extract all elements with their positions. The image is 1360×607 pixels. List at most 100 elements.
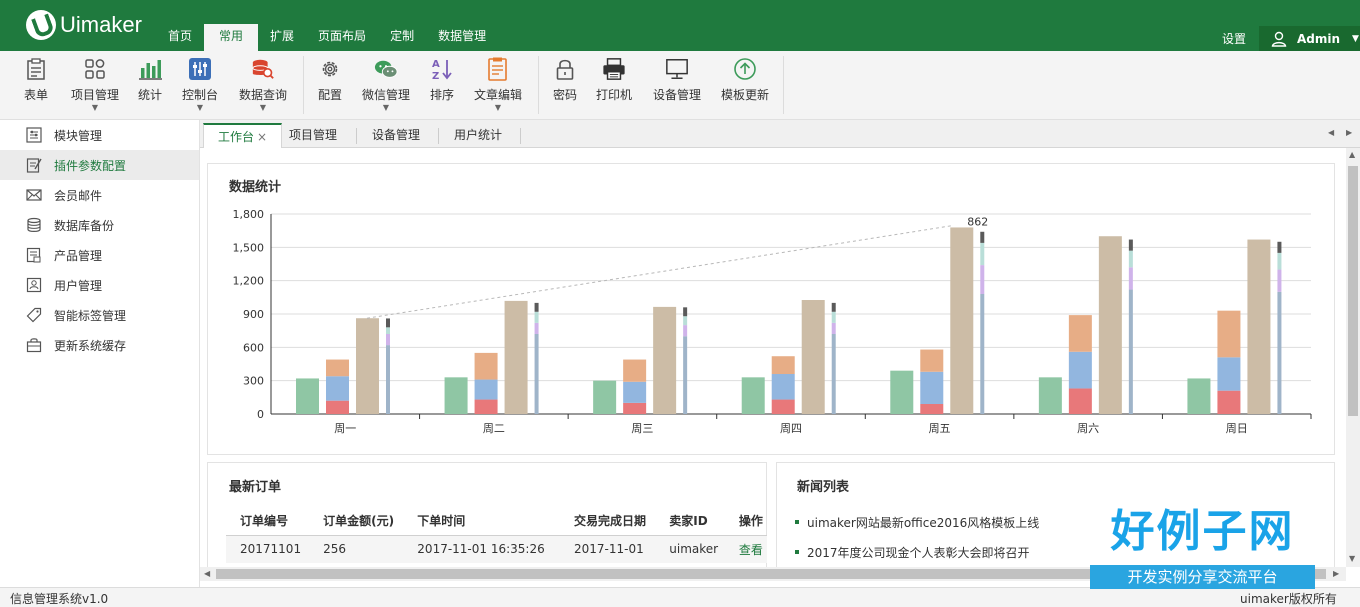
logo: Uimaker — [26, 9, 142, 41]
wechat-icon — [374, 60, 398, 78]
sidebar-item-plugin-config[interactable]: 插件参数配置 — [0, 150, 199, 180]
orders-panel: 最新订单 订单编号 订单金额(元) 下单时间 交易完成日期 卖家ID 操作 20… — [207, 462, 767, 567]
tool-label: 排序 — [430, 88, 455, 102]
tool-label: 表单 — [24, 88, 49, 102]
news-list: uimaker网站最新office2016风格模板上线 2017年度公司现金个人… — [795, 507, 1039, 567]
sidebar-item-db-backup[interactable]: 数据库备份 — [0, 210, 199, 240]
tool-label: 设备管理 — [653, 88, 702, 102]
tool-device-button[interactable]: 设备管理 — [653, 57, 701, 103]
tab-projects[interactable]: 项目管理 — [275, 123, 351, 148]
table-cell: 256 — [309, 535, 404, 563]
bar-segment — [1128, 289, 1133, 414]
y-tick-label: 300 — [243, 375, 264, 388]
chevron-down-icon[interactable]: ▼ — [1349, 554, 1355, 563]
sliders-icon — [189, 58, 211, 80]
chevron-left-icon[interactable]: ◀ — [1328, 128, 1334, 137]
table-cell: 20171101 — [226, 535, 310, 563]
sidebar-item-label: 智能标签管理 — [54, 308, 127, 323]
tab-workbench[interactable]: 工作台 × — [203, 123, 283, 148]
panel-title: 新闻列表 — [797, 480, 850, 495]
table-row: 20171101 256 2017-11-01 16:35:26 2017-11… — [226, 535, 767, 563]
chevron-right-icon[interactable]: ▶ — [1346, 128, 1352, 137]
tool-console-button[interactable]: 控制台 ▼ — [182, 57, 218, 112]
bar-segment — [980, 294, 985, 414]
sidebar-item-users[interactable]: 用户管理 — [0, 270, 199, 300]
tool-label: 统计 — [138, 88, 163, 102]
bar — [444, 377, 468, 414]
watermark-title: 好例子网 — [1110, 506, 1295, 557]
tool-config-button[interactable]: 配置 — [318, 57, 342, 103]
tool-query-button[interactable]: 数据查询 ▼ — [239, 57, 287, 112]
tool-wechat-button[interactable]: 微信管理 ▼ — [362, 57, 410, 112]
bar-chart: 0 300 600 900 1,200 1,500 1,800 周一 周二 周三 周四 周五 周六 周日 8… — [233, 208, 1312, 435]
tool-label: 密码 — [553, 88, 578, 102]
tab-user-stats[interactable]: 用户统计 — [440, 123, 516, 148]
tab-devices[interactable]: 设备管理 — [358, 123, 434, 148]
bar — [741, 377, 765, 414]
x-tick-label: 周三 — [631, 422, 653, 435]
nav-tab-home[interactable]: 首页 — [156, 24, 204, 51]
sidebar: 模块管理 插件参数配置 会员邮件 数据库备份 产品管理 用户管理 智能标签管理 — [0, 120, 200, 587]
nav-tab-layout[interactable]: 页面布局 — [306, 24, 378, 51]
chevron-up-icon[interactable]: ▲ — [1349, 150, 1355, 159]
tool-sort-button[interactable]: AZ 排序 — [430, 57, 454, 103]
user-menu[interactable]: Admin ▼ — [1259, 26, 1360, 51]
chevron-down-icon: ▼ — [1352, 33, 1359, 44]
bar-segment — [831, 311, 836, 323]
x-tick-label: 周日 — [1226, 422, 1248, 435]
tool-password-button[interactable]: 密码 — [553, 57, 577, 103]
sidebar-item-smart-tags[interactable]: 智能标签管理 — [0, 300, 199, 330]
x-tick-label: 周二 — [483, 422, 505, 435]
nav-tab-common[interactable]: 常用 — [204, 24, 259, 51]
logo-icon — [26, 10, 56, 40]
bar-segment — [920, 371, 944, 404]
bar-chart-icon — [139, 60, 162, 80]
view-link[interactable]: 查看 — [739, 543, 763, 557]
nav-tab-extend[interactable]: 扩展 — [258, 24, 306, 51]
monitor-icon — [666, 59, 688, 79]
bar-segment — [771, 356, 795, 374]
sliders-icon — [26, 127, 42, 143]
tool-stats-button[interactable]: 统计 — [138, 57, 162, 103]
sidebar-item-cache-update[interactable]: 更新系统缓存 — [0, 330, 199, 360]
tool-form-button[interactable]: 表单 — [24, 57, 48, 103]
news-item-text: 2017年度公司现金个人表彰大会即将召开 — [807, 545, 1030, 560]
bar-segment — [326, 359, 349, 377]
tool-template-update-button[interactable]: 模板更新 — [721, 57, 769, 103]
news-item[interactable]: 2017年度公司现金个人表彰大会即将召开 — [795, 537, 1039, 567]
chevron-down-icon: ▼ — [259, 103, 267, 112]
sidebar-item-label: 更新系统缓存 — [54, 338, 127, 353]
sidebar-item-products[interactable]: 产品管理 — [0, 240, 199, 270]
tool-article-button[interactable]: 文章编辑 ▼ — [474, 57, 522, 112]
tool-label: 打印机 — [596, 88, 633, 102]
x-tick-label: 周五 — [929, 422, 951, 435]
bar-segment — [771, 399, 795, 414]
chevron-down-icon: ▼ — [196, 103, 204, 112]
bar — [296, 378, 319, 414]
vertical-scrollbar[interactable]: ▲ ▼ — [1346, 148, 1360, 567]
scroll-thumb[interactable] — [1348, 166, 1358, 416]
nav-tab-custom[interactable]: 定制 — [378, 24, 426, 51]
chevron-left-icon[interactable]: ◀ — [204, 569, 210, 578]
column-header: 订单金额(元) — [309, 507, 404, 536]
panel-title: 最新订单 — [229, 480, 282, 495]
sidebar-item-modules[interactable]: 模块管理 — [0, 120, 199, 150]
bar-segment — [326, 400, 349, 414]
news-item[interactable]: uimaker网站最新office2016风格模板上线 — [795, 507, 1039, 537]
chevron-right-icon[interactable]: ▶ — [1333, 569, 1339, 578]
product-icon — [26, 247, 41, 263]
tool-label: 模板更新 — [721, 88, 770, 102]
bar-segment — [683, 325, 688, 337]
sidebar-item-member-mail[interactable]: 会员邮件 — [0, 180, 199, 210]
bar — [1187, 378, 1211, 414]
tool-project-button[interactable]: 项目管理 ▼ — [71, 57, 119, 112]
orders-table: 订单编号 订单金额(元) 下单时间 交易完成日期 卖家ID 操作 2017110… — [226, 507, 767, 563]
user-card-icon — [26, 277, 42, 293]
y-tick-label: 900 — [243, 308, 264, 321]
close-icon[interactable]: × — [257, 130, 267, 144]
y-tick-label: 600 — [243, 341, 264, 354]
grid-icon — [85, 59, 105, 79]
nav-tab-data[interactable]: 数据管理 — [426, 24, 498, 51]
settings-link[interactable]: 设置 — [1222, 30, 1246, 47]
tool-printer-button[interactable]: 打印机 — [596, 57, 632, 103]
